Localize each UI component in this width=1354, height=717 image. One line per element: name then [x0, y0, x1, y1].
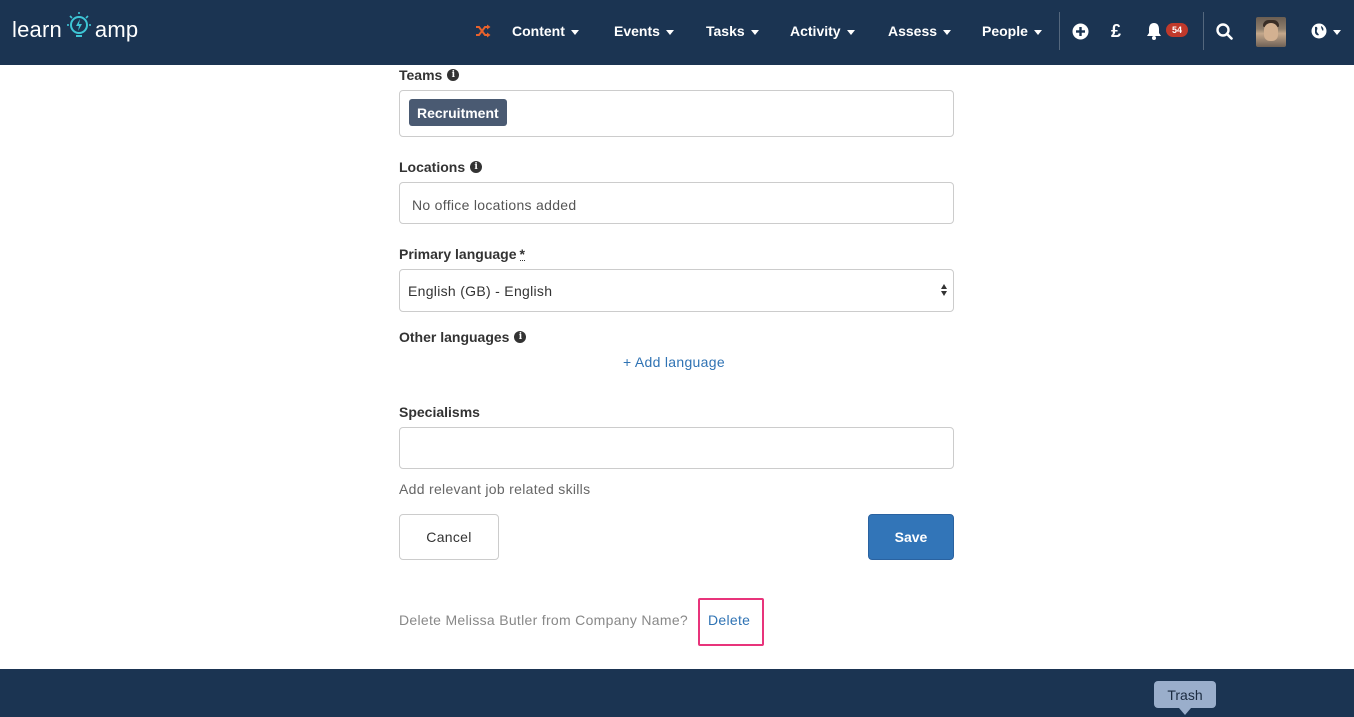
nav-content-label: Content	[512, 23, 565, 39]
locations-field[interactable]: No office locations added	[399, 182, 954, 224]
select-arrows-icon	[941, 284, 949, 298]
required-marker: *	[519, 245, 525, 262]
teams-label-text: Teams	[399, 67, 443, 83]
nav-people-label: People	[982, 23, 1028, 39]
cancel-button[interactable]: Cancel	[399, 514, 499, 560]
chevron-down-icon	[570, 29, 579, 35]
trash-tooltip: Trash	[1154, 681, 1216, 715]
nav-activity-label: Activity	[790, 23, 841, 39]
avatar-face	[1264, 23, 1278, 41]
nav-activity[interactable]: Activity	[790, 20, 855, 42]
logo-text-right: amp	[94, 17, 139, 42]
pound-icon[interactable]: £	[1108, 19, 1124, 43]
nav-assess-label: Assess	[888, 23, 938, 39]
delete-prompt: Delete Melissa Butler from Company Name?	[399, 612, 688, 628]
page-footer	[0, 669, 1354, 717]
primary-language-value: English (GB) - English	[408, 283, 553, 299]
teams-label: Teams i	[399, 67, 460, 83]
bell-icon[interactable]	[1145, 19, 1163, 43]
chevron-down-icon	[750, 29, 759, 35]
info-icon[interactable]: i	[447, 69, 460, 81]
save-button[interactable]: Save	[868, 514, 954, 560]
other-languages-label-text: Other languages	[399, 329, 510, 345]
nav-events-label: Events	[614, 23, 660, 39]
nav-divider	[1059, 12, 1060, 50]
chevron-down-icon	[1333, 29, 1341, 35]
globe-icon[interactable]	[1310, 19, 1342, 43]
primary-language-label: Primary language *	[399, 246, 525, 262]
chevron-down-icon	[1033, 29, 1042, 35]
specialisms-help-text: Add relevant job related skills	[399, 481, 591, 497]
add-language-link[interactable]: + Add language	[623, 354, 725, 370]
nav-content[interactable]: Content	[512, 20, 579, 42]
info-icon[interactable]: i	[470, 161, 483, 173]
chevron-down-icon	[846, 29, 855, 35]
specialisms-input[interactable]	[399, 427, 954, 469]
teams-field[interactable]: Recruitment	[399, 90, 954, 137]
shuffle-icon[interactable]	[474, 19, 492, 43]
team-tag[interactable]: Recruitment	[409, 99, 507, 126]
nav-tasks-label: Tasks	[706, 23, 745, 39]
chevron-down-icon	[665, 29, 674, 35]
other-languages-label: Other languages i	[399, 329, 527, 345]
delete-highlight-box	[698, 598, 764, 646]
search-icon[interactable]	[1215, 19, 1233, 43]
add-circle-icon[interactable]	[1071, 19, 1089, 43]
specialisms-label: Specialisms	[399, 404, 480, 420]
primary-language-label-text: Primary language	[399, 246, 517, 262]
specialisms-label-text: Specialisms	[399, 404, 480, 420]
nav-divider	[1203, 12, 1204, 50]
locations-empty-text: No office locations added	[412, 197, 577, 213]
top-navbar: learn amp Content Events Tasks Activity …	[0, 0, 1354, 65]
lightbulb-icon	[66, 10, 92, 50]
nav-assess[interactable]: Assess	[888, 20, 952, 42]
locations-label: Locations i	[399, 159, 483, 175]
nav-events[interactable]: Events	[614, 20, 674, 42]
primary-language-select[interactable]: English (GB) - English	[399, 269, 954, 312]
nav-tasks[interactable]: Tasks	[706, 20, 759, 42]
chevron-down-icon	[943, 29, 952, 35]
locations-label-text: Locations	[399, 159, 466, 175]
avatar[interactable]	[1256, 17, 1286, 47]
logo-text-left: learn	[12, 17, 62, 42]
info-icon[interactable]: i	[514, 331, 527, 343]
notification-count-badge: 54	[1166, 23, 1189, 37]
nav-people[interactable]: People	[982, 20, 1042, 42]
learn-amp-logo[interactable]: learn amp	[12, 10, 138, 50]
